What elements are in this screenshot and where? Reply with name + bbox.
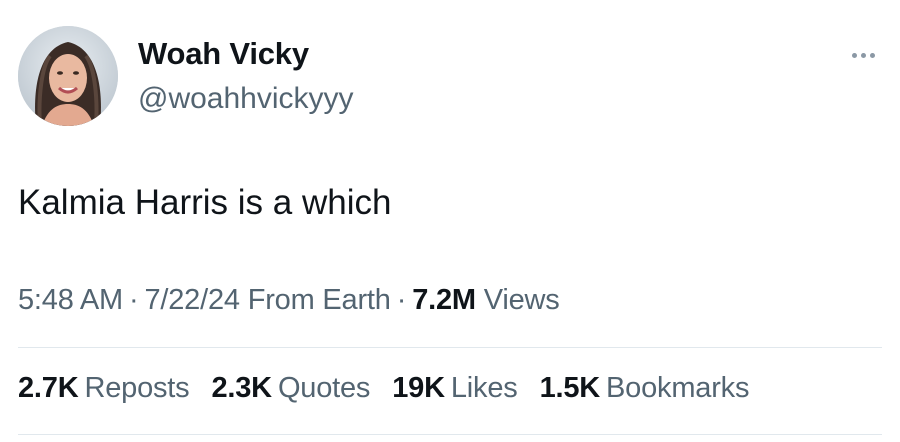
meta-separator: ·	[129, 284, 139, 316]
more-options-button[interactable]	[842, 40, 884, 70]
engagement-stats: 2.7K Reposts 2.3K Quotes 19K Likes 1.5K Book…	[18, 372, 771, 405]
quotes-count: 2.3K	[211, 372, 272, 404]
quotes-label: Quotes	[277, 372, 371, 404]
tweet-time: 5:48 AM	[18, 284, 123, 316]
divider	[18, 434, 882, 435]
views-label: Views	[483, 284, 560, 316]
bookmarks-count: 1.5K	[539, 372, 601, 404]
reposts-label: Reposts	[84, 372, 190, 404]
bookmarks-label: Bookmarks	[606, 372, 750, 404]
profile-photo-icon	[18, 26, 118, 126]
more-horizontal-icon	[860, 52, 866, 58]
reposts-stat[interactable]: 2.7K Reposts	[18, 372, 190, 405]
likes-label: Likes	[450, 372, 518, 404]
views-count: 7.2M	[412, 284, 476, 316]
views-group[interactable]: 7.2M Views	[412, 284, 560, 316]
avatar[interactable]	[18, 26, 118, 126]
quotes-stat[interactable]: 2.3K Quotes	[211, 372, 370, 405]
tweet-text: Kalmia Harris is a which	[18, 183, 392, 222]
user-handle[interactable]: @woahhvickyyy	[138, 82, 354, 116]
reposts-count: 2.7K	[18, 372, 79, 404]
tweet-meta: 5:48 AM · 7/22/24 From Earth · 7.2M Views	[18, 284, 560, 317]
likes-count: 19K	[392, 372, 445, 404]
tweet-date: 7/22/24	[144, 284, 240, 316]
bookmarks-stat[interactable]: 1.5K Bookmarks	[540, 372, 750, 405]
more-horizontal-icon	[851, 52, 857, 58]
meta-separator: ·	[396, 284, 407, 316]
likes-stat[interactable]: 19K Likes	[392, 372, 518, 405]
tweet-time-link[interactable]: 5:48 AM	[18, 284, 123, 316]
tweet-date-link[interactable]: 7/22/24	[144, 284, 240, 316]
tweet-source: From Earth	[247, 284, 391, 316]
tweet-card: Woah Vicky @woahhvickyyy Kalmia Harris i…	[0, 0, 900, 442]
divider	[18, 347, 882, 348]
display-name[interactable]: Woah Vicky	[138, 36, 309, 72]
more-horizontal-icon	[869, 52, 875, 58]
